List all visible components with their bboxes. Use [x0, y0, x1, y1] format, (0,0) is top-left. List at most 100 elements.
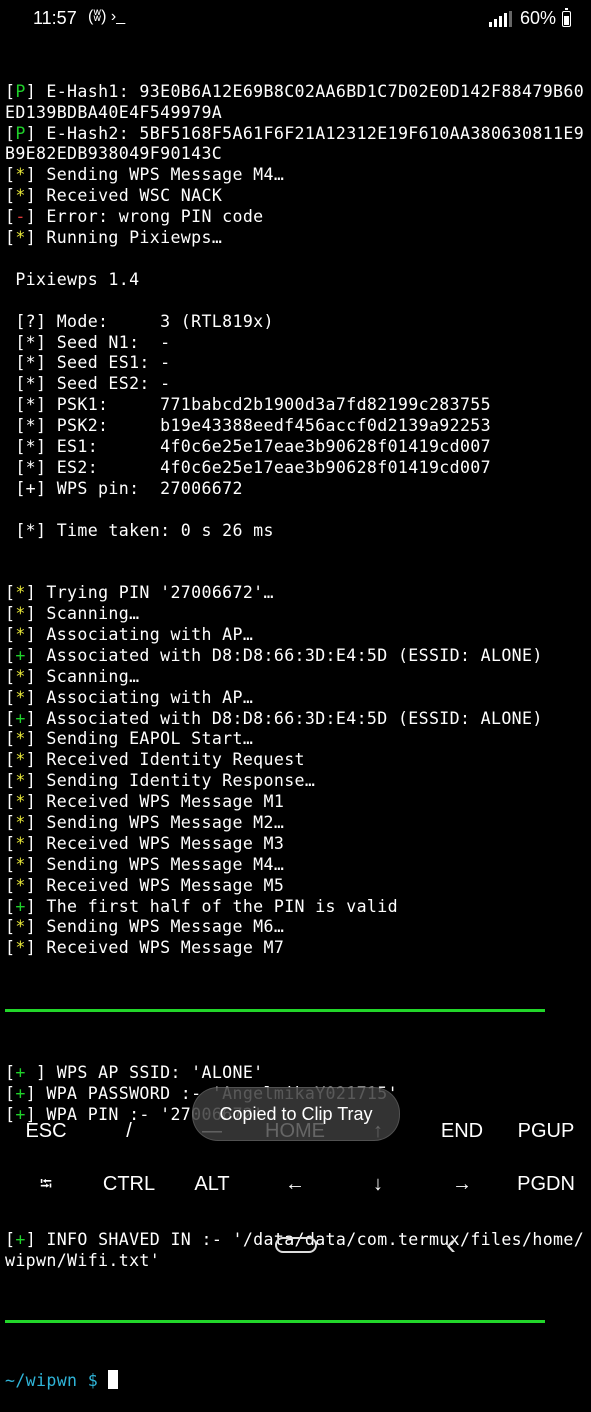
prompt-line[interactable]: ~/wipwn $ — [5, 1370, 590, 1391]
line-text: E-Hash2: 5BF5168F5A61F6F21A12312E19F610A… — [36, 123, 585, 143]
line-tag: * — [15, 854, 26, 874]
line-text: Sending WPS Message M4… — [36, 165, 285, 185]
line-text: ED139BDBA40E4F549979A — [5, 102, 223, 122]
terminal-line: [*] Associating with AP… — [5, 687, 254, 707]
line-tag: * — [15, 812, 26, 832]
line-tag: + — [15, 645, 26, 665]
navigation-bar: ‹ — [0, 1218, 591, 1280]
extra-keys-bar: ESC / — HOME ↑ END PGUP ⭾ CTRL ALT ← ↓ →… — [0, 1104, 591, 1214]
terminal-line: [*] PSK1: 771babcd2b1900d3a7fd82199c2837… — [5, 395, 590, 416]
key-end[interactable]: END — [441, 1120, 483, 1143]
notification-icons: (ʬ) ›_ — [88, 8, 126, 25]
line-tag: * — [15, 771, 26, 791]
terminal-line: [P] E-Hash1: 93E0B6A12E69B8C02AA6BD1C7D0… — [5, 81, 585, 101]
terminal-line: B9E82EDB938049F90143C — [5, 144, 590, 165]
line-tag: * — [15, 624, 26, 644]
line-text: Sending WPS Message M6… — [36, 917, 285, 937]
key-pgup[interactable]: PGUP — [518, 1120, 575, 1143]
line-text: Error: wrong PIN code — [36, 207, 264, 227]
terminal-line: [+] Associated with D8:D8:66:3D:E4:5D (E… — [5, 708, 543, 728]
back-icon[interactable]: ‹ — [446, 1228, 456, 1262]
line-text: [*] ES1: 4f0c6e25e17eae3b90628f01419cd00… — [5, 436, 491, 456]
line-text: Received Identity Request — [36, 750, 305, 770]
line-text: [*] Time taken: 0 s 26 ms — [5, 520, 274, 540]
line-text: Sending EAPOL Start… — [36, 729, 254, 749]
terminal-line: [*] Received Identity Request — [5, 750, 305, 770]
line-tag: * — [15, 666, 26, 686]
line-tag: * — [15, 938, 26, 958]
terminal-line: [*] ES2: 4f0c6e25e17eae3b90628f01419cd00… — [5, 458, 590, 479]
clock: 11:57 — [33, 8, 77, 28]
line-text: Associated with D8:D8:66:3D:E4:5D (ESSID… — [36, 708, 543, 728]
status-bar: 11:57 (ʬ) ›_ 60% — [0, 0, 591, 38]
line-text: WPS AP SSID: 'ALONE' — [46, 1062, 264, 1082]
key-dash[interactable]: — — [202, 1120, 222, 1143]
line-tag: * — [15, 186, 26, 206]
terminal-line: [*] Seed ES2: - — [5, 374, 590, 395]
line-tag: + — [15, 1083, 26, 1103]
line-tag: * — [15, 750, 26, 770]
divider — [5, 1319, 545, 1323]
terminal-line: ED139BDBA40E4F549979A — [5, 103, 590, 124]
terminal-line: [*] Received WSC NACK — [5, 186, 223, 206]
line-tag: * — [15, 228, 26, 248]
terminal-line: [*] Sending WPS Message M4… — [5, 165, 285, 185]
key-right[interactable]: → — [452, 1173, 472, 1196]
line-text: [?] Mode: 3 (RTL819x) — [5, 311, 274, 331]
line-tag: * — [15, 792, 26, 812]
home-pill-icon[interactable] — [275, 1237, 317, 1253]
line-tag: P — [15, 81, 26, 101]
terminal-line: [+ ] WPS AP SSID: 'ALONE' — [5, 1062, 264, 1082]
terminal-line: [+] WPS pin: 27006672 — [5, 479, 590, 500]
key-tab[interactable]: ⭾ — [40, 1173, 52, 1200]
key-alt[interactable]: ALT — [194, 1173, 229, 1196]
terminal-line: [*] Sending EAPOL Start… — [5, 729, 254, 749]
line-text: Associating with AP… — [36, 687, 254, 707]
line-text: [*] Seed ES1: - — [5, 353, 171, 373]
shell-prompt: ~/wipwn $ — [5, 1371, 109, 1391]
line-text: [*] Seed N1: - — [5, 332, 171, 352]
line-text: [*] PSK1: 771babcd2b1900d3a7fd82199c2837… — [5, 395, 491, 415]
terminal-line: [*] Sending Identity Response… — [5, 771, 316, 791]
terminal-line: [*] Sending WPS Message M2… — [5, 812, 285, 832]
line-tag: * — [15, 583, 26, 603]
line-text: Associating with AP… — [36, 624, 254, 644]
log-block: [P] E-Hash1: 93E0B6A12E69B8C02AA6BD1C7D0… — [5, 82, 590, 959]
terminal-line: [-] Error: wrong PIN code — [5, 207, 264, 227]
line-tag: * — [15, 604, 26, 624]
line-text: Received WPS Message M7 — [36, 938, 285, 958]
terminal-line: [*] Sending WPS Message M6… — [5, 917, 285, 937]
line-tag: * — [15, 833, 26, 853]
key-pgdn[interactable]: PGDN — [517, 1173, 575, 1196]
line-text: Scanning… — [36, 604, 140, 624]
line-tag: P — [15, 123, 26, 143]
line-text: [*] ES2: 4f0c6e25e17eae3b90628f01419cd00… — [5, 457, 491, 477]
line-tag: + — [15, 1062, 37, 1082]
line-text: Received WSC NACK — [36, 186, 223, 206]
terminal-line: [*] Scanning… — [5, 604, 140, 624]
terminal-line: Pixiewps 1.4 — [5, 270, 590, 291]
line-text: Sending Identity Response… — [36, 771, 316, 791]
line-tag: - — [15, 207, 26, 227]
line-text: The first half of the PIN is valid — [36, 896, 398, 916]
line-text: E-Hash1: 93E0B6A12E69B8C02AA6BD1C7D02E0D… — [36, 81, 585, 101]
key-home[interactable]: HOME — [265, 1120, 325, 1143]
line-tag: * — [15, 687, 26, 707]
terminal-line: [*] Scanning… — [5, 666, 140, 686]
terminal-line: [*] Sending WPS Message M4… — [5, 854, 285, 874]
line-text: [*] PSK2: b19e43388eedf456accf0d2139a922… — [5, 416, 491, 436]
key-slash[interactable]: / — [126, 1120, 132, 1143]
key-left[interactable]: ← — [285, 1173, 305, 1196]
key-up[interactable]: ↑ — [373, 1120, 383, 1143]
line-text: B9E82EDB938049F90143C — [5, 144, 223, 164]
key-down[interactable]: ↓ — [373, 1173, 383, 1196]
terminal-line: [P] E-Hash2: 5BF5168F5A61F6F21A12312E19F… — [5, 123, 585, 143]
key-esc[interactable]: ESC — [25, 1120, 66, 1143]
terminal-line: [*] Received WPS Message M1 — [5, 792, 285, 812]
key-ctrl[interactable]: CTRL — [103, 1173, 155, 1196]
terminal-line: [*] Received WPS Message M5 — [5, 875, 285, 895]
